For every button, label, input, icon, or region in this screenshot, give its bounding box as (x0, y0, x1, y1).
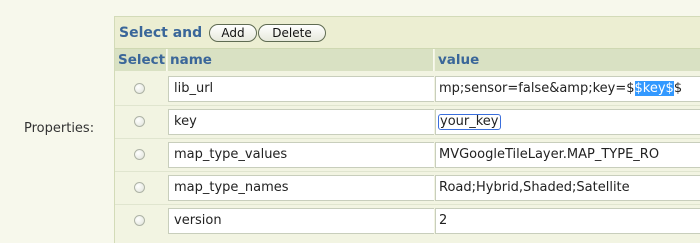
name-field[interactable]: version (168, 208, 434, 234)
table-row: key your_key (115, 106, 700, 138)
add-button[interactable]: Add (209, 24, 257, 42)
value-field[interactable]: your_key (435, 109, 700, 135)
value-field[interactable]: mp;sensor=false&amp;key=$$key$$ (435, 76, 700, 102)
properties-label: Properties: (24, 121, 95, 136)
row-select-radio[interactable] (134, 116, 145, 127)
value-text-suffix: $ (673, 81, 683, 96)
select-cell (115, 73, 167, 105)
name-field[interactable]: map_type_names (168, 175, 434, 201)
selected-text: $key$ (634, 81, 674, 96)
value-field[interactable]: Road;Hybrid,Shaded;Satellite (435, 175, 700, 201)
select-cell (115, 172, 167, 204)
name-field[interactable]: lib_url (168, 76, 434, 102)
value-field[interactable]: 2 (435, 208, 700, 234)
select-cell (115, 205, 167, 237)
column-header-select: Select (115, 49, 167, 71)
table-row: lib_url mp;sensor=false&amp;key=$$key$$ (115, 73, 700, 105)
focused-value-text: your_key (438, 114, 501, 130)
table-toolbar: Select and Add Delete (115, 17, 700, 49)
table-row: map_type_values MVGoogleTileLayer.MAP_TY… (115, 139, 700, 171)
toolbar-text: Select and (119, 25, 203, 41)
row-select-radio[interactable] (134, 215, 145, 226)
column-header-value: value (435, 49, 700, 71)
delete-button[interactable]: Delete (258, 24, 326, 42)
name-field[interactable]: map_type_values (168, 142, 434, 168)
properties-table: Select and Add Delete Select name value … (114, 16, 700, 243)
row-select-radio[interactable] (134, 149, 145, 160)
value-field[interactable]: MVGoogleTileLayer.MAP_TYPE_RO (435, 142, 700, 168)
name-field[interactable]: key (168, 109, 434, 135)
table-row: version 2 (115, 205, 700, 237)
value-text: mp;sensor=false&amp;key=$ (439, 81, 635, 96)
select-cell (115, 106, 167, 138)
table-row: map_type_names Road;Hybrid,Shaded;Satell… (115, 172, 700, 204)
column-header-name: name (168, 49, 434, 71)
row-select-radio[interactable] (134, 83, 145, 94)
row-select-radio[interactable] (134, 182, 145, 193)
select-cell (115, 139, 167, 171)
